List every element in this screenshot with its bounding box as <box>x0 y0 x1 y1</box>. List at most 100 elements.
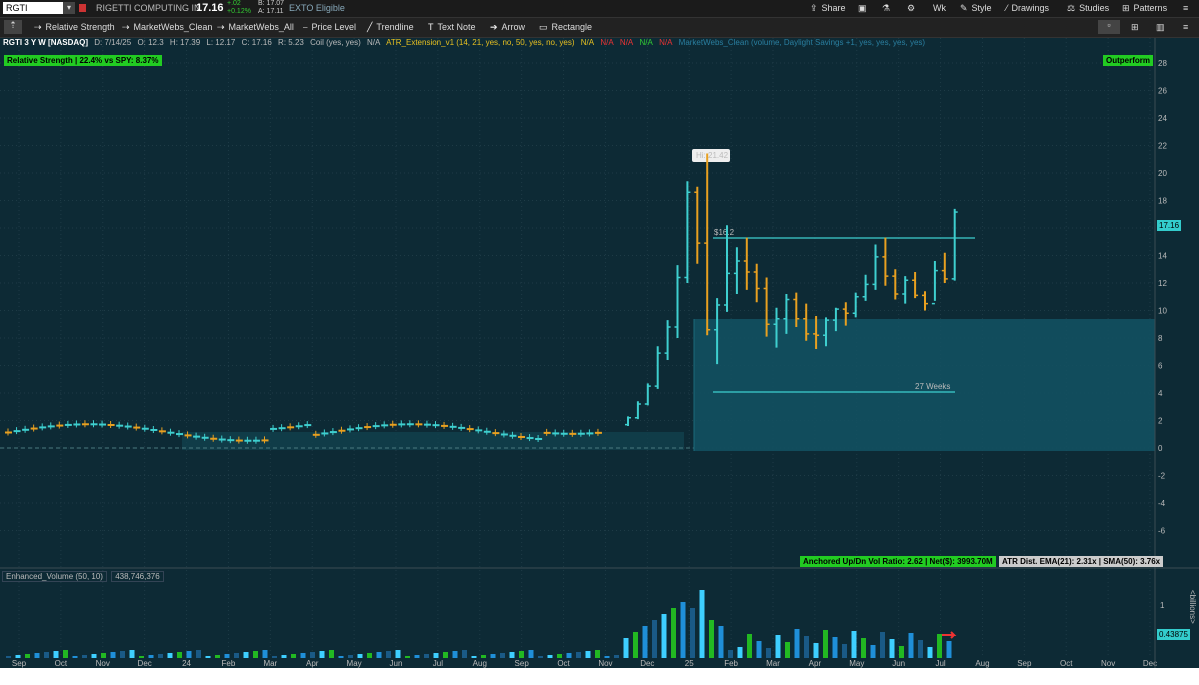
volume-bar <box>652 620 657 658</box>
trendline-button[interactable]: ╱ Trendline <box>367 22 414 33</box>
time-tick: May <box>347 659 362 668</box>
volume-bar <box>357 654 363 658</box>
display-icon[interactable]: ▣ <box>858 3 867 14</box>
volume-bar <box>842 644 847 658</box>
volume-bar <box>148 655 154 658</box>
price-tick: 24 <box>1158 114 1167 123</box>
bar-range: R: 5.23 <box>278 38 304 47</box>
price-chart[interactable]: $16.2 27 Weeks Hi: 21.42 282624222018161… <box>0 0 1199 685</box>
marketwebs-study: MarketWebs_Clean (volume, Daylight Savin… <box>678 38 926 47</box>
study-info-bar: RGTI 3 Y W [NASDAQ] D: 7/14/25 O: 12.3 H… <box>0 38 1155 51</box>
volume-bar <box>443 652 448 658</box>
volume-bar <box>25 654 30 658</box>
volume-bar <box>253 651 258 658</box>
time-tick: Apr <box>809 659 822 668</box>
volume-bar <box>737 647 743 658</box>
price-tick: 2 <box>1158 417 1163 426</box>
time-tick: Nov <box>598 659 612 668</box>
share-button[interactable]: ⇪ Share <box>810 3 846 14</box>
patterns-button[interactable]: ⊞ Patterns <box>1122 3 1167 14</box>
volume-bar <box>528 650 534 658</box>
link-icon[interactable] <box>79 4 86 12</box>
text-note-button[interactable]: T Text Note <box>428 22 476 32</box>
time-tick: Oct <box>55 659 68 668</box>
na-value: N/A <box>600 38 614 47</box>
na-value: N/A <box>619 38 634 47</box>
na-value: N/A <box>580 38 595 47</box>
volume-bar <box>813 643 819 658</box>
marketwebs-all-button[interactable]: ⇢ MarketWebs_All <box>217 22 294 33</box>
pointer-icon[interactable]: ⇡ <box>4 20 22 34</box>
volume-bar <box>405 656 410 658</box>
volume-bar <box>604 656 610 658</box>
volume-bar <box>139 656 144 658</box>
na-value: N/A <box>659 38 673 47</box>
volume-bar <box>452 651 458 658</box>
time-tick: Jun <box>390 659 403 668</box>
volume-bar <box>15 655 21 658</box>
drawings-button[interactable]: ⁄ Drawings <box>1006 3 1049 13</box>
menu-icon[interactable]: ≡ <box>1183 3 1188 13</box>
volume-bar <box>319 651 325 658</box>
split-layout-icon[interactable]: ▥ <box>1156 22 1165 33</box>
na-value: N/A <box>367 38 381 47</box>
price-level-button[interactable]: ⎯ Price Level <box>303 22 356 33</box>
volume-unit-label: <billions> <box>1188 590 1197 624</box>
volume-tag: 0.43875 <box>1157 629 1190 640</box>
bar-open: O: 12.3 <box>137 38 164 47</box>
anchored-volume-badge: Anchored Up/Dn Vol Ratio: 2.62 | Net($):… <box>800 556 996 567</box>
last-price-tag: 17.16 <box>1157 220 1182 231</box>
last-price: 17.16 <box>196 2 224 14</box>
volume-bar <box>927 647 933 658</box>
time-tick: Dec <box>138 659 152 668</box>
marketwebs-clean-button[interactable]: ⇢ MarketWebs_Clean <box>122 22 212 33</box>
volume-bar <box>215 655 220 658</box>
grid-layout-icon[interactable]: ⊞ <box>1131 22 1139 33</box>
time-tick: Oct <box>557 659 570 668</box>
volume-bar <box>490 654 496 658</box>
chart-title: RGTI 3 Y W [NASDAQ] <box>3 38 89 47</box>
time-tick: Sep <box>12 659 27 668</box>
bar-low: L: 12.17 <box>206 38 236 47</box>
flask-icon[interactable]: ⚗ <box>882 3 890 14</box>
volume-bar <box>747 634 752 658</box>
price-tick: 14 <box>1158 252 1167 261</box>
volume-bar <box>804 636 809 658</box>
time-axis: Sep Oct Nov Dec 24 Feb Mar Apr May Jun Jul Aug Sep Oc… <box>12 659 1157 668</box>
volume-bar <box>34 653 40 658</box>
arrow-button[interactable]: ➔ Arrow <box>490 22 525 33</box>
volume-bar <box>348 655 353 658</box>
price-tick: -4 <box>1158 499 1166 508</box>
price-pane <box>0 38 1155 568</box>
bid-ask: B: 17.07 A: 17.11 <box>258 0 285 15</box>
company-name: RIGETTI COMPUTING IN <box>96 3 201 13</box>
relative-strength-button[interactable]: ⇢ Relative Strength <box>34 22 115 33</box>
volume-bar <box>234 653 239 658</box>
volume-bar <box>908 633 914 658</box>
price-tick: 20 <box>1158 169 1167 178</box>
volume-bar <box>72 656 78 658</box>
volume-bar <box>433 653 439 658</box>
aggregation-button[interactable]: Wk <box>933 3 946 13</box>
style-button[interactable]: ✎ Style <box>960 3 992 14</box>
rectangle-button[interactable]: ▭ Rectangle <box>539 22 592 33</box>
status-bar <box>0 668 1199 685</box>
volume-bar <box>310 652 315 658</box>
menu-icon[interactable]: ≡ <box>1183 22 1188 32</box>
time-tick: Jul <box>433 659 443 668</box>
volume-bar <box>91 654 97 658</box>
volume-bar <box>633 632 638 658</box>
volume-bar <box>424 654 429 658</box>
volume-bar <box>728 650 733 658</box>
base-length-label: 27 Weeks <box>915 382 950 391</box>
volume-study-name: Enhanced_Volume (50, 10) <box>2 571 107 582</box>
studies-button[interactable]: ⚖ Studies <box>1067 3 1109 14</box>
single-layout-icon[interactable]: ▫ <box>1098 20 1120 34</box>
chevron-down-icon[interactable]: ▾ <box>63 2 75 14</box>
volume-bar <box>823 630 828 658</box>
drawing-toolbar: ⇡ ⇢ Relative Strength ⇢ MarketWebs_Clean ⇢… <box>0 18 1199 38</box>
price-tick: 10 <box>1158 307 1167 316</box>
volume-bar <box>224 654 230 658</box>
gear-icon[interactable]: ⚙ <box>907 3 915 14</box>
volume-bar <box>623 638 629 658</box>
